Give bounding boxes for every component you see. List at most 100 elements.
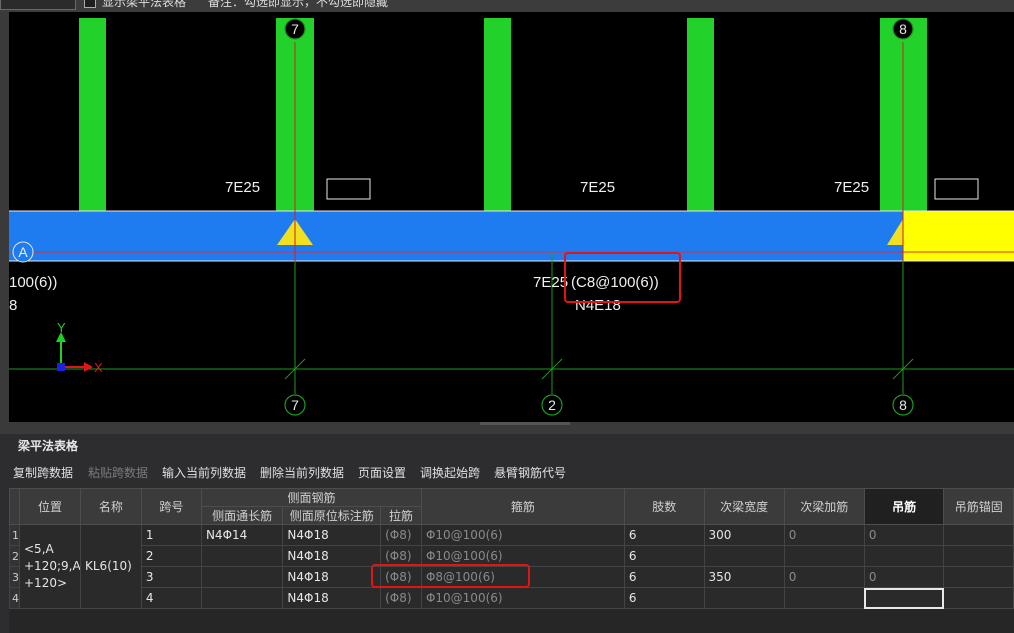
cell-tie[interactable]: (Φ8) — [380, 524, 422, 546]
col-header-span[interactable]: 跨号 — [140, 488, 202, 525]
cell-secondary-add[interactable] — [783, 545, 865, 567]
cell-secondary-width[interactable]: 350 — [703, 566, 785, 588]
column — [79, 18, 106, 212]
show-table-label: 显示梁平法表格 — [102, 0, 187, 9]
cell-span[interactable]: 3 — [140, 566, 202, 588]
label-box — [326, 178, 371, 200]
splitter-grip[interactable] — [480, 422, 570, 425]
ucs-y-label: Y — [57, 320, 66, 335]
cell-span[interactable]: 1 — [140, 524, 202, 546]
cell-legs[interactable]: 6 — [623, 566, 705, 588]
col-header-secondary-add[interactable]: 次梁加筋 — [783, 488, 865, 525]
axis-label-7-bottom: 7 — [291, 397, 299, 413]
cell-hanger[interactable]: 0 — [863, 524, 945, 546]
left-span-label-2: 8 — [9, 297, 17, 314]
cell-stirrup[interactable]: Φ10@100(6) — [420, 524, 625, 546]
cell-hanger-anchor[interactable] — [943, 524, 1014, 546]
ucs-origin — [57, 363, 65, 371]
drawing-canvas[interactable]: 7 8 7 2 8 A 7E25 7E25 7E25 100(6)) 8 7E2… — [9, 12, 1014, 422]
copy-span-data-button[interactable]: 复制跨数据 — [13, 464, 73, 481]
col-header-hanger-anchor[interactable]: 吊筋锚固 — [943, 488, 1014, 525]
cell-side-original[interactable]: N4Φ18 — [282, 524, 382, 546]
cell-side-original[interactable]: N4Φ18 — [282, 566, 382, 588]
cell-side-through[interactable] — [200, 587, 284, 609]
top-options-bar: 显示梁平法表格 备注：勾选即显示，不勾选即隐藏 — [0, 0, 1014, 12]
col-header-side-through[interactable]: 侧面通长筋 — [200, 506, 284, 525]
column — [484, 18, 511, 212]
top-rebar-label: 7E25 — [580, 179, 615, 196]
row-number: 2 — [9, 545, 20, 567]
cell-side-through[interactable] — [200, 545, 284, 567]
cantilever-rebar-code-button[interactable]: 悬臂钢筋代号 — [494, 464, 566, 481]
ucs-x-arrow — [84, 362, 93, 372]
panel-splitter[interactable] — [0, 422, 1014, 434]
axis-label-7-top: 7 — [291, 21, 299, 37]
delete-column-data-button[interactable]: 删除当前列数据 — [260, 464, 344, 481]
paste-span-data-button[interactable]: 粘贴跨数据 — [88, 464, 148, 481]
beam-yellow — [903, 211, 1014, 261]
cell-legs[interactable]: 6 — [623, 587, 705, 609]
axis-label-8-top: 8 — [899, 21, 907, 37]
cell-span[interactable]: 4 — [140, 587, 202, 609]
cell-position[interactable]: <5,A +120;9,A +120> — [19, 524, 81, 609]
cell-side-original[interactable]: N4Φ18 — [282, 587, 382, 609]
col-header-position[interactable]: 位置 — [19, 488, 81, 525]
cell-secondary-add[interactable]: 0 — [783, 566, 865, 588]
col-header-tie[interactable]: 拉筋 — [380, 506, 422, 525]
center-span-stirrup-label: (C8@100(6)) — [571, 274, 659, 291]
cell-side-through[interactable]: N4Φ14 — [200, 524, 284, 546]
cell-hanger-anchor[interactable] — [943, 566, 1014, 588]
left-dock-strip — [0, 12, 9, 422]
rownum-header — [9, 488, 20, 525]
cell-secondary-width[interactable] — [703, 587, 785, 609]
table-row: 4 4 N4Φ18 (Φ8) Φ10@100(6) 6 — [9, 587, 1014, 609]
cell-tie[interactable]: (Φ8) — [380, 587, 422, 609]
col-header-name[interactable]: 名称 — [80, 488, 142, 525]
cell-side-original[interactable]: N4Φ18 — [282, 545, 382, 567]
cell-hanger[interactable] — [863, 545, 945, 567]
panel-title: 梁平法表格 — [9, 436, 1014, 456]
col-header-hanger[interactable]: 吊筋 — [863, 488, 945, 525]
col-header-side-original[interactable]: 侧面原位标注筋 — [282, 506, 382, 525]
ucs-x-label: X — [94, 360, 103, 375]
cell-hanger[interactable]: 0 — [863, 566, 945, 588]
beam-table: 位置 名称 跨号 侧面钢筋 箍筋 肢数 次梁宽度 次梁加筋 吊筋 吊筋锚固 侧面… — [9, 488, 1014, 633]
view-dropdown[interactable] — [0, 0, 76, 10]
beam-table-grid: 位置 名称 跨号 侧面钢筋 箍筋 肢数 次梁宽度 次梁加筋 吊筋 吊筋锚固 侧面… — [9, 488, 1014, 609]
col-header-legs[interactable]: 肢数 — [623, 488, 705, 525]
cell-secondary-width[interactable]: 300 — [703, 524, 785, 546]
cell-stirrup[interactable]: Φ8@100(6) — [420, 566, 625, 588]
beam-blue — [9, 211, 903, 261]
cell-tie[interactable]: (Φ8) — [380, 566, 422, 588]
table-toolbar: 复制跨数据 粘贴跨数据 输入当前列数据 删除当前列数据 页面设置 调换起始跨 悬… — [9, 460, 1014, 484]
cell-legs[interactable]: 6 — [623, 545, 705, 567]
col-header-secondary-width[interactable]: 次梁宽度 — [703, 488, 785, 525]
left-span-label: 100(6)) — [9, 274, 57, 291]
page-setup-button[interactable]: 页面设置 — [358, 464, 406, 481]
cell-hanger-selected[interactable] — [863, 587, 945, 609]
beam-drawing: 7 8 7 2 8 A 7E25 7E25 7E25 100(6)) 8 7E2… — [9, 18, 1014, 416]
cell-hanger-anchor[interactable] — [943, 587, 1014, 609]
top-rebar-label: 7E25 — [225, 179, 260, 196]
cell-secondary-width[interactable] — [703, 545, 785, 567]
table-row: 3 3 N4Φ18 (Φ8) Φ8@100(6) 6 350 0 0 — [9, 566, 1014, 588]
col-header-side-rebar[interactable]: 侧面钢筋 — [200, 488, 422, 507]
cell-name[interactable]: KL6(10) — [80, 524, 142, 609]
col-header-stirrup[interactable]: 箍筋 — [420, 488, 625, 525]
position-value: <5,A +120;9,A +120> — [24, 542, 81, 590]
cell-span[interactable]: 2 — [140, 545, 202, 567]
cell-legs[interactable]: 6 — [623, 524, 705, 546]
swap-start-span-button[interactable]: 调换起始跨 — [420, 464, 480, 481]
column — [687, 18, 714, 212]
row-number: 1 — [9, 524, 20, 546]
cell-secondary-add[interactable]: 0 — [783, 524, 865, 546]
cell-tie[interactable]: (Φ8) — [380, 545, 422, 567]
top-rebar-label: 7E25 — [834, 179, 869, 196]
cell-stirrup[interactable]: Φ10@100(6) — [420, 545, 625, 567]
cell-hanger-anchor[interactable] — [943, 545, 1014, 567]
show-table-checkbox[interactable] — [84, 0, 96, 8]
cell-secondary-add[interactable] — [783, 587, 865, 609]
cell-stirrup[interactable]: Φ10@100(6) — [420, 587, 625, 609]
input-column-data-button[interactable]: 输入当前列数据 — [162, 464, 246, 481]
cell-side-through[interactable] — [200, 566, 284, 588]
